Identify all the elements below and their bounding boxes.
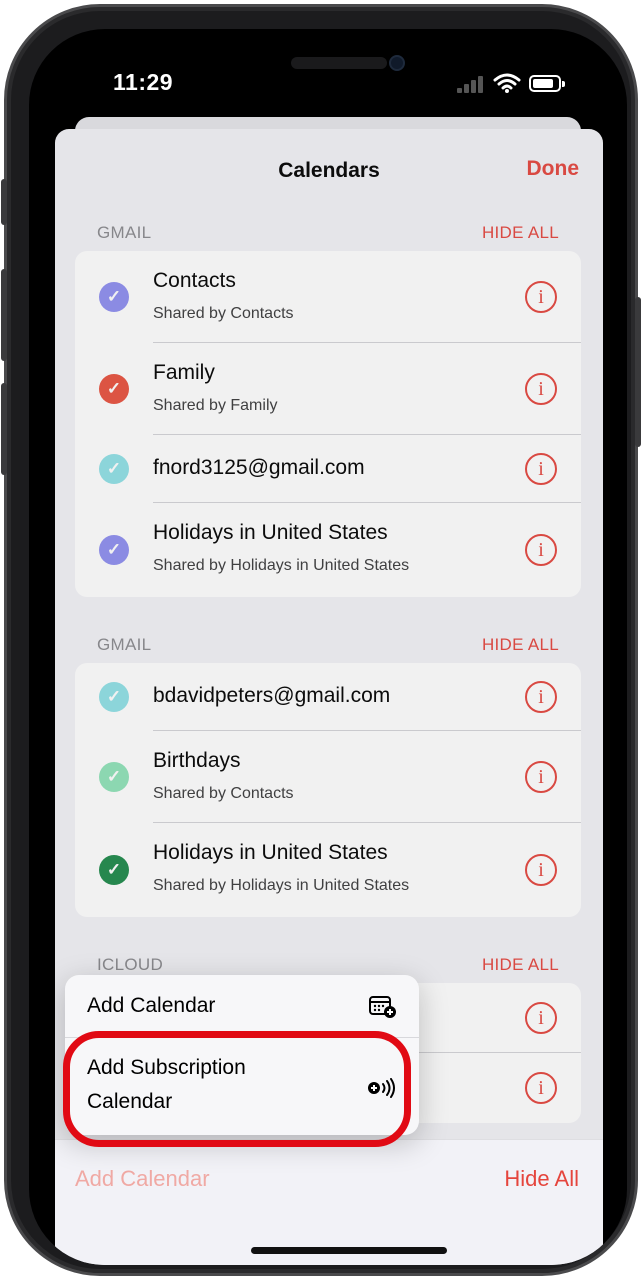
volume-up-button xyxy=(1,269,7,361)
side-button xyxy=(635,297,641,447)
home-indicator[interactable] xyxy=(251,1247,447,1254)
status-bar: 11:29 xyxy=(29,29,627,119)
add-calendar-button[interactable]: Add Calendar xyxy=(75,1166,210,1192)
signal-icon xyxy=(457,75,485,93)
phone-frame: 11:29 Calendars Done GMAIL HIDE ALL ✓ Co… xyxy=(1,4,641,1276)
calendar-add-icon xyxy=(369,996,396,1018)
wifi-icon xyxy=(493,73,521,93)
menu-item-add-calendar[interactable]: Add Calendar xyxy=(65,975,419,1037)
battery-icon xyxy=(529,75,565,92)
hide-all-button[interactable]: Hide All xyxy=(504,1166,579,1192)
volume-down-button xyxy=(1,383,7,475)
menu-item-label: Add Calendar xyxy=(87,994,216,1017)
front-camera xyxy=(389,55,405,71)
highlight-ring xyxy=(63,1031,411,1147)
mute-switch xyxy=(1,179,7,225)
speaker xyxy=(291,57,387,69)
screen: 11:29 Calendars Done GMAIL HIDE ALL ✓ Co… xyxy=(29,29,627,1265)
status-time: 11:29 xyxy=(113,69,174,95)
